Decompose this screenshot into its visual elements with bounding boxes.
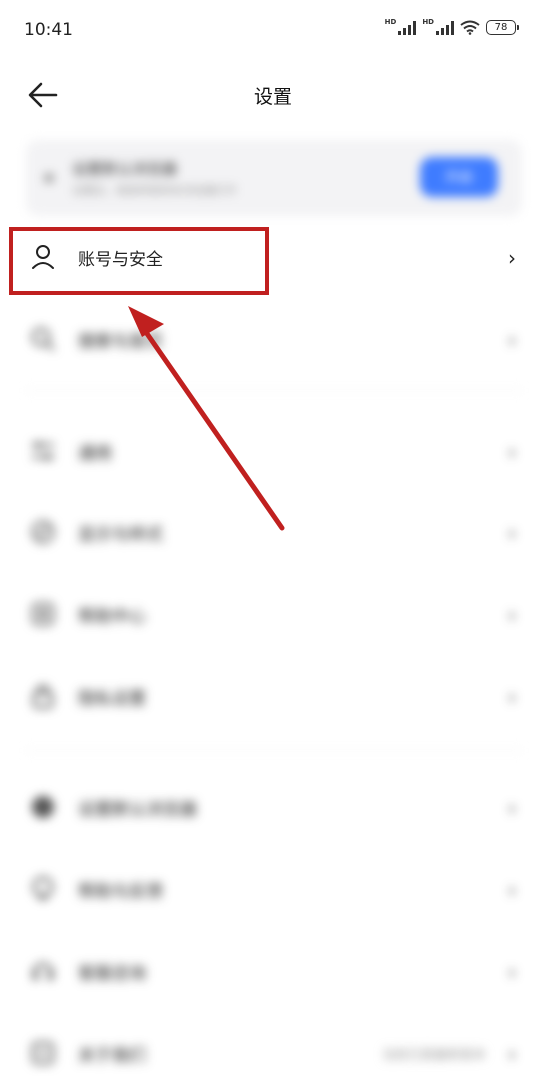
settings-row-feedback[interactable]: 帮助与反馈 › [0, 860, 546, 918]
page-title: 设置 [253, 86, 292, 108]
search-icon [28, 324, 58, 354]
chevron-right-icon: › [508, 878, 516, 902]
battery-icon: 78 [486, 20, 519, 35]
chevron-right-icon: › [508, 796, 516, 820]
info-icon [28, 1038, 58, 1068]
lock-icon [28, 681, 58, 711]
settings-row-general[interactable]: 通用 › [0, 422, 546, 480]
feedback-icon [28, 874, 58, 904]
settings-row-help-center[interactable]: 帮助中心 › [0, 585, 546, 643]
headset-icon [28, 956, 58, 986]
settings-row-display-style[interactable]: 显示与样式 › [0, 503, 546, 561]
row-label: 帮助与反馈 [78, 882, 163, 902]
chevron-right-icon: › [508, 521, 516, 545]
row-label: 显示与样式 [78, 525, 163, 545]
row-label: 搜索与首页 [78, 332, 163, 352]
row-label: 客服咨询 [78, 964, 146, 984]
banner-subtitle: 设置后，链接将使用本浏览器打开 [72, 184, 237, 197]
globe-icon [28, 792, 58, 822]
chevron-right-icon: › [508, 328, 516, 352]
row-label: 关于我们 [78, 1046, 146, 1066]
chevron-right-icon: › [508, 603, 516, 627]
row-label: 隐私设置 [78, 689, 146, 709]
top-bar: 设置 [0, 60, 546, 130]
palette-icon [28, 517, 58, 547]
hd-badge: HD [422, 17, 434, 26]
settings-row-customer-service[interactable]: 客服咨询 › [0, 942, 546, 1000]
wifi-icon [460, 20, 480, 35]
signal-icon [436, 20, 454, 35]
settings-row-default-browser[interactable]: 设置默认浏览器 › [0, 778, 546, 836]
section-divider [26, 750, 522, 751]
signal-icon [398, 20, 417, 35]
row-label: 帮助中心 [78, 607, 146, 627]
settings-row-search-home[interactable]: 搜索与首页 › [0, 310, 546, 368]
sliders-icon [28, 436, 58, 466]
settings-row-about[interactable]: 关于我们 当前已是最新版本 › [0, 1024, 546, 1082]
hd-badge: HD [384, 17, 397, 26]
chevron-right-icon: › [508, 246, 516, 270]
status-icons: HD HD 78 [384, 17, 519, 35]
status-time: 10:41 [24, 20, 73, 40]
status-bar: 10:41 HD HD 78 [0, 0, 546, 60]
section-divider [26, 390, 522, 391]
banner-dot-icon [44, 173, 54, 183]
default-browser-banner: 设置默认浏览器 设置后，链接将使用本浏览器打开 开启 [26, 140, 522, 216]
settings-row-privacy[interactable]: 隐私设置 › [0, 667, 546, 725]
row-value: 当前已是最新版本 [381, 1048, 486, 1063]
chevron-right-icon: › [508, 960, 516, 984]
banner-title: 设置默认浏览器 [72, 160, 178, 178]
chevron-right-icon: › [508, 1042, 516, 1066]
row-label: 设置默认浏览器 [78, 800, 197, 820]
chevron-right-icon: › [508, 440, 516, 464]
help-icon [28, 599, 58, 629]
banner-enable-button[interactable]: 开启 [420, 157, 498, 197]
row-label: 通用 [78, 444, 112, 464]
highlight-box [9, 227, 269, 295]
chevron-right-icon: › [508, 685, 516, 709]
